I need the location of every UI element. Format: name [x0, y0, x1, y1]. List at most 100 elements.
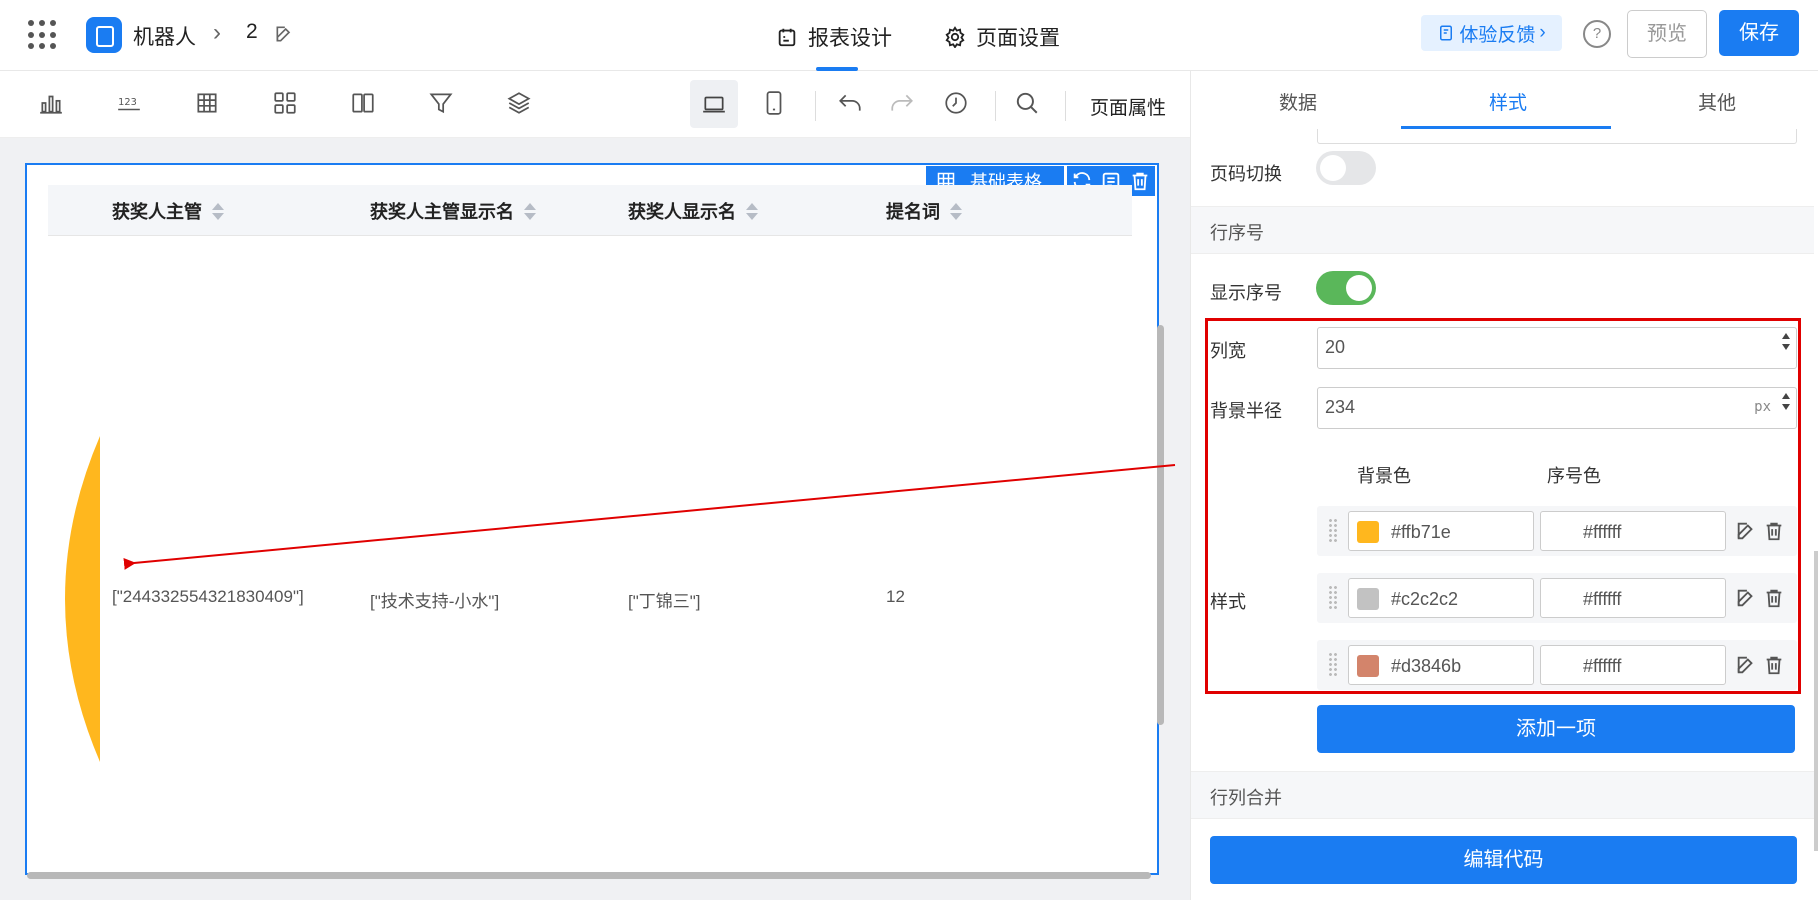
page-properties-button[interactable]: 页面属性	[1090, 93, 1166, 120]
save-button[interactable]: 保存	[1719, 10, 1799, 56]
tab-page-settings-label: 页面设置	[976, 27, 1060, 50]
column-header[interactable]: 获奖人主管显示名	[370, 198, 536, 224]
design-canvas	[0, 138, 1190, 900]
row-index-section-title: 行序号	[1210, 223, 1264, 243]
table-cell: ["丁锦三"]	[628, 592, 701, 611]
designer-toolbar: 123 页面属性	[0, 71, 1190, 138]
bg-color-swatch[interactable]	[1357, 521, 1379, 543]
sort-icon[interactable]	[212, 202, 224, 220]
desktop-view-button[interactable]	[690, 80, 738, 128]
history-button[interactable]	[940, 87, 972, 119]
style-label: 样式	[1210, 592, 1246, 612]
columns-tool-button[interactable]	[347, 87, 379, 119]
col-width-input[interactable]: 20	[1317, 327, 1797, 369]
panel-tab-other[interactable]: 其他	[1698, 88, 1736, 115]
table-header-row: 获奖人主管 获奖人主管显示名 获奖人显示名 提名词	[48, 185, 1132, 236]
bg-color-field[interactable]: #c2c2c2	[1348, 578, 1534, 618]
trash-icon[interactable]	[1763, 654, 1785, 676]
tab-report-design[interactable]: 报表设计	[776, 22, 892, 52]
bg-color-field[interactable]: #ffb71e	[1348, 511, 1534, 551]
bg-color-swatch[interactable]	[1357, 655, 1379, 677]
number-tool-button[interactable]: 123	[113, 87, 145, 119]
table-tool-button[interactable]	[191, 87, 223, 119]
properties-panel: 数据 样式 其他 页码切换 行序号 显示序号 列宽 20 背景半径 234 px…	[1190, 71, 1818, 900]
edit-code-button[interactable]: 编辑代码	[1210, 836, 1797, 884]
table-cell: 12	[886, 587, 905, 606]
page-switch-toggle[interactable]	[1316, 151, 1376, 185]
help-icon[interactable]: ?	[1583, 20, 1611, 48]
bg-radius-unit: px	[1754, 399, 1771, 415]
redo-icon	[891, 94, 913, 111]
app-name[interactable]: 机器人	[133, 21, 196, 51]
index-color-value: #ffffff	[1583, 522, 1622, 542]
undo-button[interactable]	[834, 87, 866, 119]
layers-tool-button[interactable]	[503, 87, 535, 119]
edit-name-icon[interactable]	[274, 24, 294, 44]
column-header[interactable]: 获奖人主管	[112, 198, 224, 224]
sort-icon[interactable]	[524, 202, 536, 220]
edit-icon[interactable]	[1735, 520, 1757, 542]
mobile-icon	[766, 91, 782, 115]
bg-color-value: #d3846b	[1391, 656, 1462, 676]
column-header-label: 获奖人主管显示名	[370, 202, 514, 222]
apps-grid-icon[interactable]	[28, 20, 58, 50]
search-button[interactable]	[1011, 87, 1043, 119]
panel-tab-data[interactable]: 数据	[1279, 88, 1317, 115]
layout-tool-button[interactable]	[269, 87, 301, 119]
panel-scrollbar[interactable]	[1814, 551, 1818, 851]
drag-handle-icon[interactable]	[1328, 585, 1338, 611]
number-icon: 123	[118, 97, 140, 111]
desktop-icon	[703, 96, 725, 113]
drag-handle-icon[interactable]	[1328, 518, 1338, 544]
sort-icon[interactable]	[746, 202, 758, 220]
drag-handle-icon[interactable]	[1328, 652, 1338, 678]
page-number: 2	[246, 20, 258, 43]
redo-button[interactable]	[886, 87, 918, 119]
bg-color-swatch[interactable]	[1357, 588, 1379, 610]
gear-icon	[945, 26, 965, 48]
trash-icon[interactable]	[1763, 520, 1785, 542]
table-icon	[197, 93, 217, 113]
edit-icon[interactable]	[1735, 654, 1757, 676]
bg-radius-stepper[interactable]	[1782, 393, 1790, 410]
merge-section: 行列合并	[1191, 771, 1814, 819]
index-color-field[interactable]: #ffffff	[1540, 578, 1726, 618]
toolbar-divider	[1065, 91, 1066, 121]
bg-color-field[interactable]: #d3846b	[1348, 645, 1534, 685]
index-color-value: #ffffff	[1583, 656, 1622, 676]
trash-icon[interactable]	[1763, 587, 1785, 609]
index-color-field[interactable]: #ffffff	[1540, 645, 1726, 685]
sort-icon[interactable]	[950, 202, 962, 220]
toolbar-divider	[815, 91, 816, 121]
show-index-toggle[interactable]	[1316, 271, 1376, 305]
bg-radius-value: 234	[1325, 397, 1356, 417]
chart-tool-button[interactable]	[35, 87, 67, 119]
canvas-vertical-scrollbar[interactable]	[1157, 325, 1164, 725]
table-component-frame[interactable]	[25, 163, 1159, 875]
feedback-button[interactable]: 体验反馈 ›	[1421, 15, 1562, 51]
layers-icon	[507, 92, 531, 114]
column-header[interactable]: 提名词	[886, 198, 962, 224]
preview-button[interactable]: 预览	[1627, 10, 1707, 58]
table-cell: ["244332554321830409"]	[112, 587, 304, 606]
toolbar-divider	[995, 91, 996, 121]
style-item: #ffb71e #ffffff	[1317, 506, 1797, 556]
canvas-horizontal-scrollbar[interactable]	[27, 872, 1151, 879]
mobile-view-button[interactable]	[758, 87, 790, 119]
col-width-value: 20	[1325, 337, 1346, 357]
panel-tab-style[interactable]: 样式	[1489, 88, 1527, 115]
add-item-button[interactable]: 添加一项	[1317, 705, 1795, 753]
tab-page-settings[interactable]: 页面设置	[944, 22, 1060, 52]
index-color-field[interactable]: #ffffff	[1540, 511, 1726, 551]
report-calendar-icon	[778, 28, 796, 47]
column-header[interactable]: 获奖人显示名	[628, 198, 758, 224]
filter-tool-button[interactable]	[425, 87, 457, 119]
edit-icon[interactable]	[1735, 587, 1757, 609]
delete-icon[interactable]	[1129, 170, 1151, 192]
col-width-stepper[interactable]	[1782, 333, 1790, 350]
bg-radius-input[interactable]: 234 px	[1317, 387, 1797, 429]
show-index-label: 显示序号	[1210, 283, 1282, 303]
chevron-right-icon: ›	[1539, 22, 1546, 43]
bg-color-value: #ffb71e	[1391, 522, 1451, 542]
chart-icon	[40, 95, 62, 114]
